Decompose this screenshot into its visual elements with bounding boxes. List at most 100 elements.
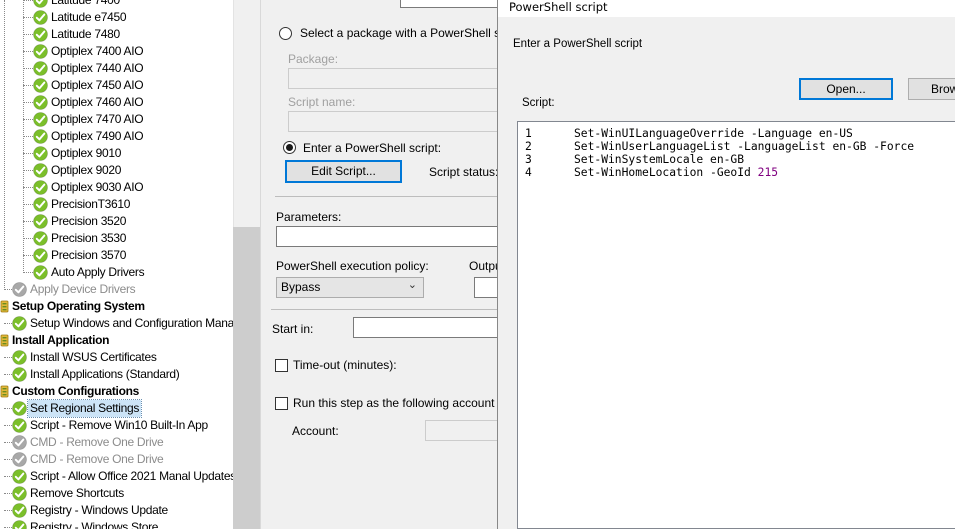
green-check-icon	[33, 112, 48, 127]
green-check-icon	[12, 503, 27, 518]
tree-item[interactable]: Registry - Windows Update	[0, 502, 233, 519]
tree-item[interactable]: Remove Shortcuts	[0, 485, 233, 502]
tree-item[interactable]: Optiplex 7400 AIO	[0, 43, 233, 60]
tree-connector-line	[4, 357, 12, 358]
browse-button[interactable]: Browse...	[908, 78, 955, 100]
tree-item[interactable]: Precision 3530	[0, 230, 233, 247]
timeout-checkbox[interactable]	[275, 359, 288, 372]
green-check-icon	[33, 146, 48, 161]
run-as-account-checkbox[interactable]	[275, 397, 288, 410]
tree-item[interactable]: Latitude e7450	[0, 9, 233, 26]
tree-group[interactable]: Setup Operating System	[0, 298, 233, 315]
task-sequence-tree[interactable]: Latitude 7400 Latitude e7450 Latitude 7480…	[0, 0, 233, 529]
package-field[interactable]	[288, 68, 498, 89]
tree-item[interactable]: Precision 3570	[0, 247, 233, 264]
tree-item[interactable]: CMD - Remove One Drive	[0, 434, 233, 451]
tree-item[interactable]: Apply Device Drivers	[0, 281, 233, 298]
code-text: Set-WinHomeLocation -GeoId 215	[574, 166, 779, 179]
tree-connector-line	[4, 425, 12, 426]
green-check-icon	[12, 418, 27, 433]
green-check-icon	[12, 316, 27, 331]
powershell-script-dialog: PowerShell script Enter a PowerShell scr…	[497, 0, 955, 529]
separator	[275, 196, 498, 197]
tree-item[interactable]: Script - Remove Win10 Built-In App	[0, 417, 233, 434]
green-check-icon	[33, 231, 48, 246]
tree-connector-line	[4, 510, 12, 511]
tree-item[interactable]: Latitude 7400	[0, 0, 233, 9]
tree-item[interactable]: Latitude 7480	[0, 26, 233, 43]
green-check-icon	[12, 367, 27, 382]
tree-item[interactable]: Setup Windows and Configuration Manager	[0, 315, 233, 332]
tree-item-label: Precision 3570	[51, 248, 127, 262]
tree-item-label: CMD - Remove One Drive	[30, 435, 164, 449]
execution-policy-select[interactable]: Bypass ⌄	[276, 277, 424, 298]
chevron-down-icon: ⌄	[407, 279, 417, 291]
script-editor[interactable]: 1 Set-WinUILanguageOverride -Language en-…	[517, 121, 955, 529]
tree-item[interactable]: Set Regional Settings	[0, 399, 233, 418]
radio-enter-script[interactable]	[283, 141, 296, 154]
package-label: Package:	[288, 52, 339, 66]
account-field[interactable]	[425, 420, 498, 441]
green-check-icon	[33, 197, 48, 212]
script-name-field[interactable]	[288, 111, 498, 132]
green-check-icon	[12, 486, 27, 501]
tree-connector-line	[23, 102, 33, 103]
timeout-label: Time-out (minutes):	[293, 358, 397, 372]
tree-item-label: Apply Device Drivers	[30, 282, 136, 296]
tree-item-label: Precision 3520	[51, 214, 127, 228]
output-field[interactable]	[474, 277, 498, 298]
green-check-icon	[33, 248, 48, 263]
green-check-icon	[33, 180, 48, 195]
tree-connector-line	[23, 272, 33, 273]
execution-policy-value: Bypass	[281, 280, 321, 294]
tree-connector-line	[4, 374, 12, 375]
start-in-field[interactable]	[353, 317, 498, 338]
tree-item[interactable]: Install Applications (Standard)	[0, 366, 233, 383]
tree-item-label: Precision 3530	[51, 231, 127, 245]
tree-group[interactable]: Install Application	[0, 332, 233, 349]
tree-item-label: Remove Shortcuts	[30, 486, 124, 500]
tree-item-label: Optiplex 7450 AIO	[51, 78, 144, 92]
tree-item[interactable]: Optiplex 9030 AIO	[0, 179, 233, 196]
tree-item-label: Script - Allow Office 2021 Manal Updates	[30, 469, 233, 483]
tree-item[interactable]: Install WSUS Certificates	[0, 349, 233, 366]
radio-select-package[interactable]	[279, 27, 292, 40]
execution-policy-label: PowerShell execution policy:	[276, 259, 429, 273]
tree-connector-line	[23, 68, 33, 69]
tree-item[interactable]: Optiplex 7440 AIO	[0, 60, 233, 77]
tree-group[interactable]: Custom Configurations	[0, 383, 233, 400]
tree-item-label: Set Regional Settings	[26, 399, 143, 418]
edit-script-button[interactable]: Edit Script...	[285, 160, 402, 183]
tree-item-label: PrecisionT3610	[51, 197, 131, 211]
step-properties-panel: Select a package with a PowerShell scrip…	[260, 0, 498, 529]
tree-item[interactable]: Optiplex 7450 AIO	[0, 77, 233, 94]
output-label: Output	[469, 259, 498, 273]
script-name-label: Script name:	[288, 95, 356, 109]
tree-item[interactable]: Precision 3520	[0, 213, 233, 230]
tree-item-label: Latitude e7450	[51, 10, 127, 24]
tree-item[interactable]: Optiplex 9010	[0, 145, 233, 162]
tree-item[interactable]: CMD - Remove One Drive	[0, 451, 233, 468]
green-check-icon	[33, 61, 48, 76]
tree-item[interactable]: PrecisionT3610	[0, 196, 233, 213]
code-text: Set-WinUserLanguageList -LanguageList en…	[574, 140, 915, 153]
tree-item-label: Latitude 7400	[51, 0, 120, 7]
tree-item[interactable]: Optiplex 7470 AIO	[0, 111, 233, 128]
open-button[interactable]: Open...	[799, 78, 893, 100]
tree-connector-line	[4, 459, 12, 460]
tree-item[interactable]: Optiplex 9020	[0, 162, 233, 179]
tree-connector-line	[23, 119, 33, 120]
parameters-field[interactable]	[276, 226, 498, 247]
tree-item[interactable]: Auto Apply Drivers	[0, 264, 233, 281]
radio-select-package-label: Select a package with a PowerShell scrip…	[300, 26, 498, 40]
tree-item[interactable]: Registry - Windows Store	[0, 519, 233, 529]
tree-item[interactable]: Optiplex 7460 AIO	[0, 94, 233, 111]
top-field[interactable]	[400, 0, 498, 8]
green-check-icon	[12, 350, 27, 365]
tree-item[interactable]: Script - Allow Office 2021 Manal Updates	[0, 468, 233, 485]
green-check-icon	[33, 10, 48, 25]
tree-scrollbar-thumb[interactable]	[233, 227, 260, 529]
green-check-icon	[33, 44, 48, 59]
tree-item[interactable]: Optiplex 7490 AIO	[0, 128, 233, 145]
gray-check-icon	[12, 435, 27, 450]
